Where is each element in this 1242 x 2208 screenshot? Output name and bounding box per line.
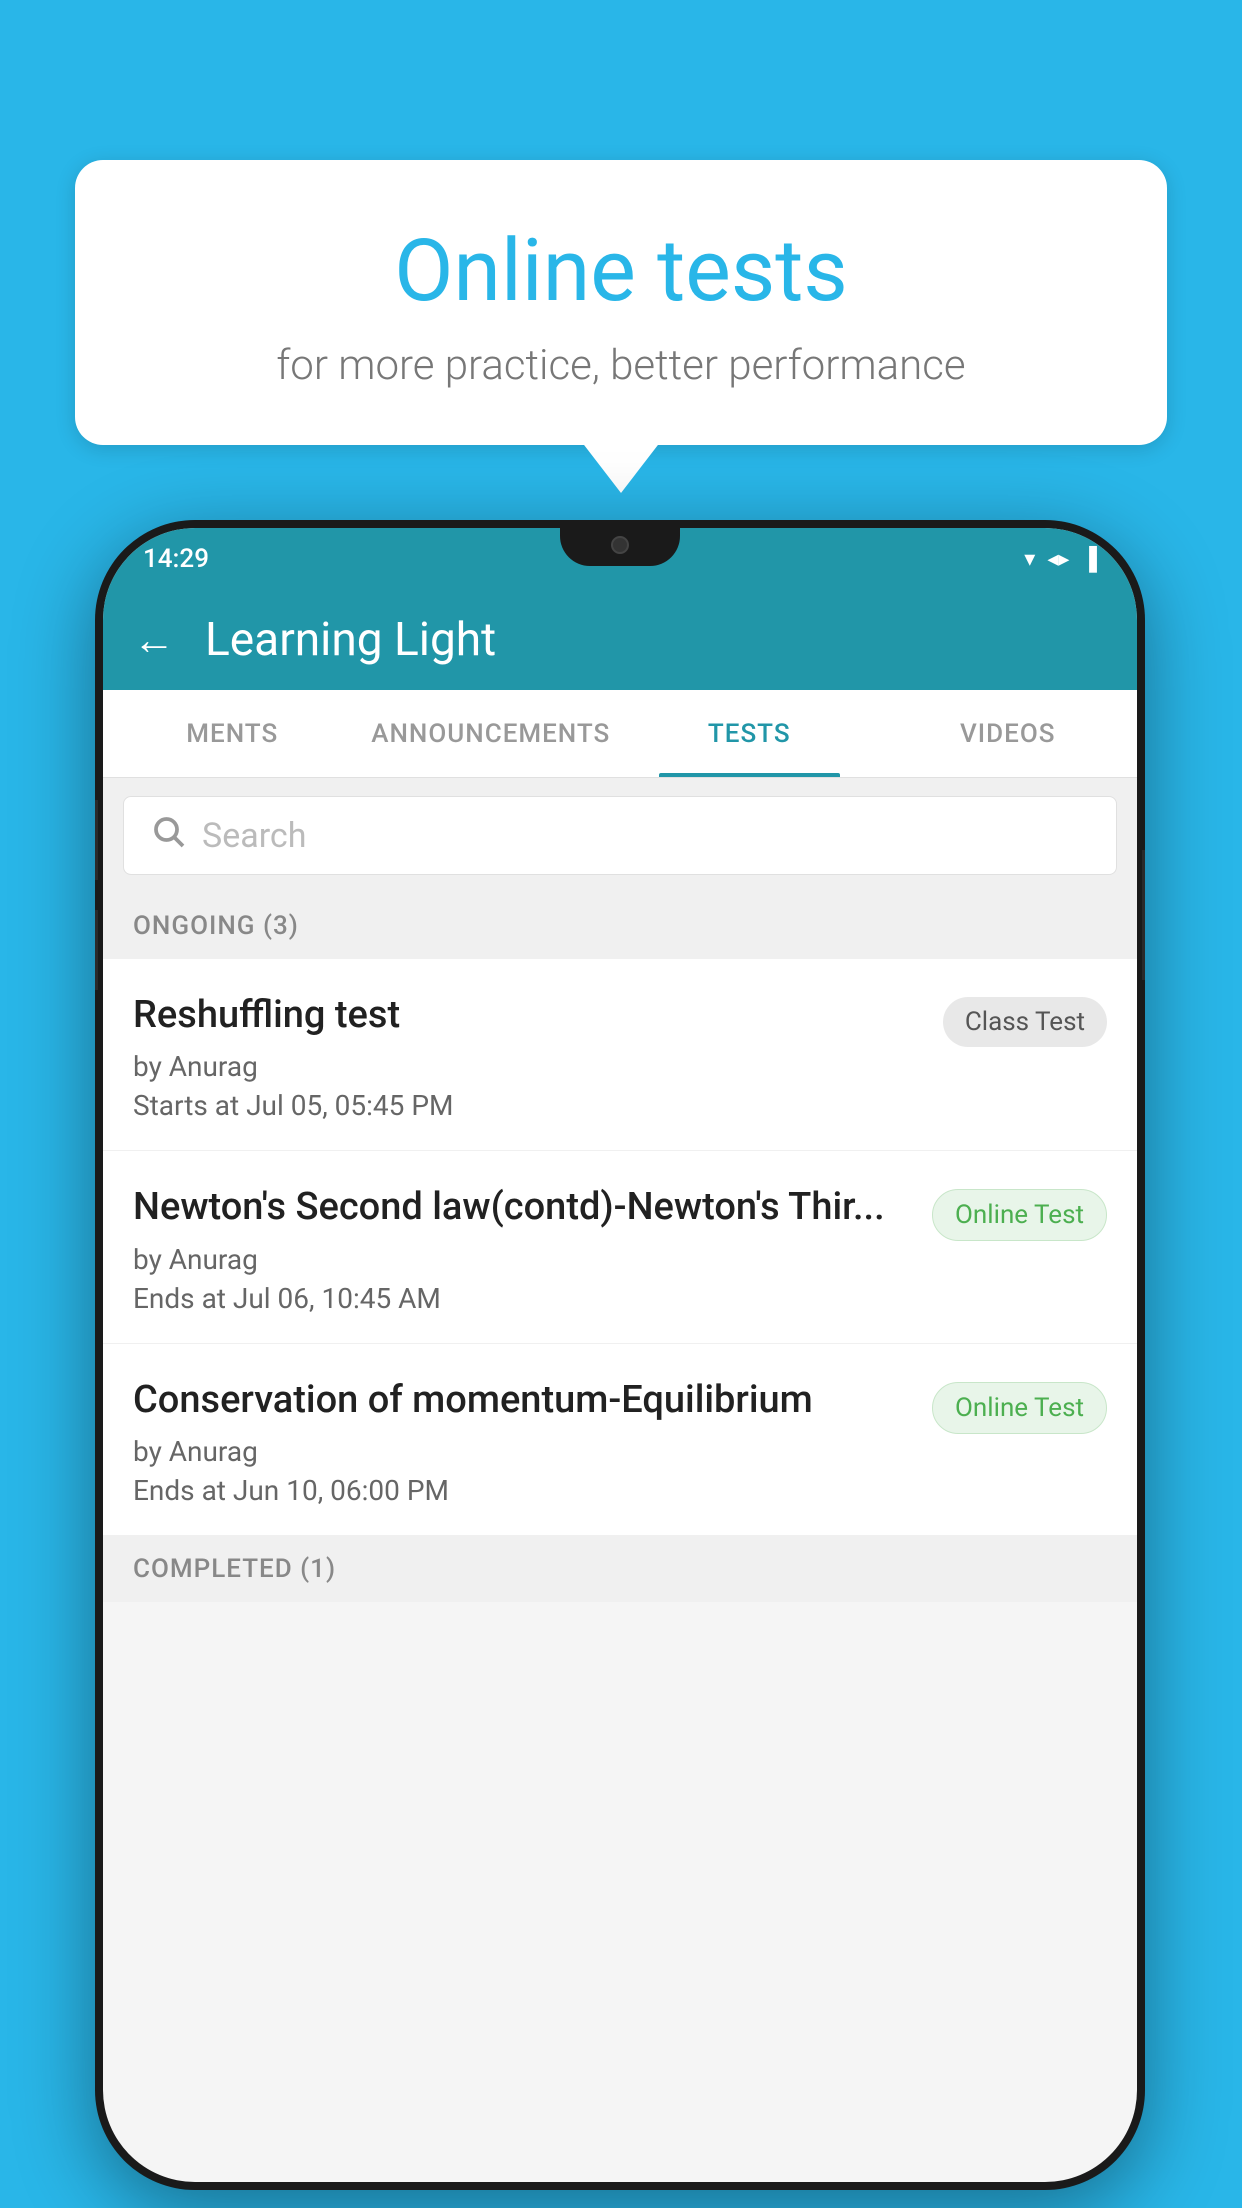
tab-tests[interactable]: TESTS: [620, 690, 879, 777]
test-info: Reshuffling test by Anurag Starts at Jul…: [133, 991, 923, 1122]
test-badge-class: Class Test: [943, 997, 1107, 1047]
tab-ments[interactable]: MENTS: [103, 690, 362, 777]
ongoing-section-header: ONGOING (3): [103, 893, 1137, 959]
test-name: Reshuffling test: [133, 991, 923, 1040]
test-item[interactable]: Conservation of momentum-Equilibrium by …: [103, 1344, 1137, 1536]
promo-subtitle: for more practice, better performance: [125, 341, 1117, 390]
phone-frame: 14:29 ▾ ◂▸ ▐ ← Learning Light MENTS ANNO…: [95, 520, 1145, 2190]
volume-down-button: [95, 910, 98, 990]
test-badge-online: Online Test: [932, 1382, 1107, 1434]
search-container: Search: [103, 778, 1137, 893]
tab-announcements[interactable]: ANNOUNCEMENTS: [362, 690, 621, 777]
test-name: Conservation of momentum-Equilibrium: [133, 1376, 912, 1425]
wifi-icon: ▾: [1024, 547, 1035, 572]
tabs-bar: MENTS ANNOUNCEMENTS TESTS VIDEOS: [103, 690, 1137, 778]
test-author: by Anurag: [133, 1050, 923, 1083]
status-icons: ▾ ◂▸ ▐: [1024, 546, 1097, 572]
phone-screen: 14:29 ▾ ◂▸ ▐ ← Learning Light MENTS ANNO…: [103, 528, 1137, 2182]
status-time: 14:29: [143, 544, 209, 574]
test-item[interactable]: Newton's Second law(contd)-Newton's Thir…: [103, 1151, 1137, 1343]
test-time: Ends at Jun 10, 06:00 PM: [133, 1474, 912, 1507]
back-button[interactable]: ←: [133, 616, 175, 665]
test-list: Reshuffling test by Anurag Starts at Jul…: [103, 959, 1137, 1536]
test-author: by Anurag: [133, 1243, 912, 1276]
search-icon: [150, 813, 186, 858]
app-bar: ← Learning Light: [103, 590, 1137, 690]
ongoing-label: ONGOING (3): [133, 911, 299, 941]
completed-label: COMPLETED (1): [133, 1554, 336, 1584]
test-name: Newton's Second law(contd)-Newton's Thir…: [133, 1183, 912, 1232]
test-time: Starts at Jul 05, 05:45 PM: [133, 1089, 923, 1122]
test-info: Newton's Second law(contd)-Newton's Thir…: [133, 1183, 912, 1314]
volume-up-button: [95, 800, 98, 880]
test-time: Ends at Jul 06, 10:45 AM: [133, 1282, 912, 1315]
tab-videos[interactable]: VIDEOS: [879, 690, 1138, 777]
search-placeholder: Search: [202, 816, 306, 856]
test-badge-online: Online Test: [932, 1189, 1107, 1241]
power-button: [1142, 850, 1145, 980]
phone-notch: [560, 528, 680, 566]
test-info: Conservation of momentum-Equilibrium by …: [133, 1376, 912, 1507]
test-author: by Anurag: [133, 1435, 912, 1468]
front-camera: [611, 536, 629, 554]
app-title: Learning Light: [205, 613, 496, 667]
battery-icon: ▐: [1081, 546, 1097, 572]
signal-icon: ◂▸: [1047, 547, 1069, 572]
promo-title: Online tests: [125, 220, 1117, 321]
completed-section-header: COMPLETED (1): [103, 1536, 1137, 1602]
promo-card: Online tests for more practice, better p…: [75, 160, 1167, 445]
test-item[interactable]: Reshuffling test by Anurag Starts at Jul…: [103, 959, 1137, 1151]
search-box[interactable]: Search: [123, 796, 1117, 875]
